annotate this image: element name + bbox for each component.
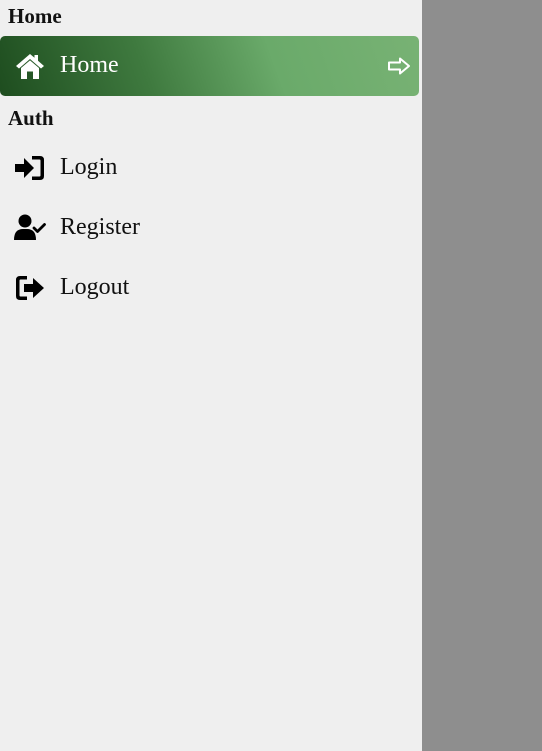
user-check-icon xyxy=(14,213,46,243)
menu-item-home-label: Home xyxy=(60,52,119,78)
menu-item-register[interactable]: Register xyxy=(0,198,419,258)
menu-item-logout-label: Logout xyxy=(60,274,130,300)
login-icon xyxy=(14,153,46,183)
arrow-right-icon xyxy=(387,56,411,76)
backdrop-overlay[interactable] xyxy=(422,0,542,751)
logout-icon xyxy=(14,273,46,303)
section-title-home: Home xyxy=(8,4,62,28)
side-drawer: Home Home Auth Login Register Logout xyxy=(0,0,422,751)
menu-item-login[interactable]: Login xyxy=(0,138,419,198)
menu-item-login-label: Login xyxy=(60,154,118,180)
menu-item-register-label: Register xyxy=(60,214,140,240)
section-title-auth: Auth xyxy=(8,106,54,130)
home-icon xyxy=(14,51,46,81)
menu-item-home[interactable]: Home xyxy=(0,36,419,96)
menu-item-logout[interactable]: Logout xyxy=(0,258,419,318)
